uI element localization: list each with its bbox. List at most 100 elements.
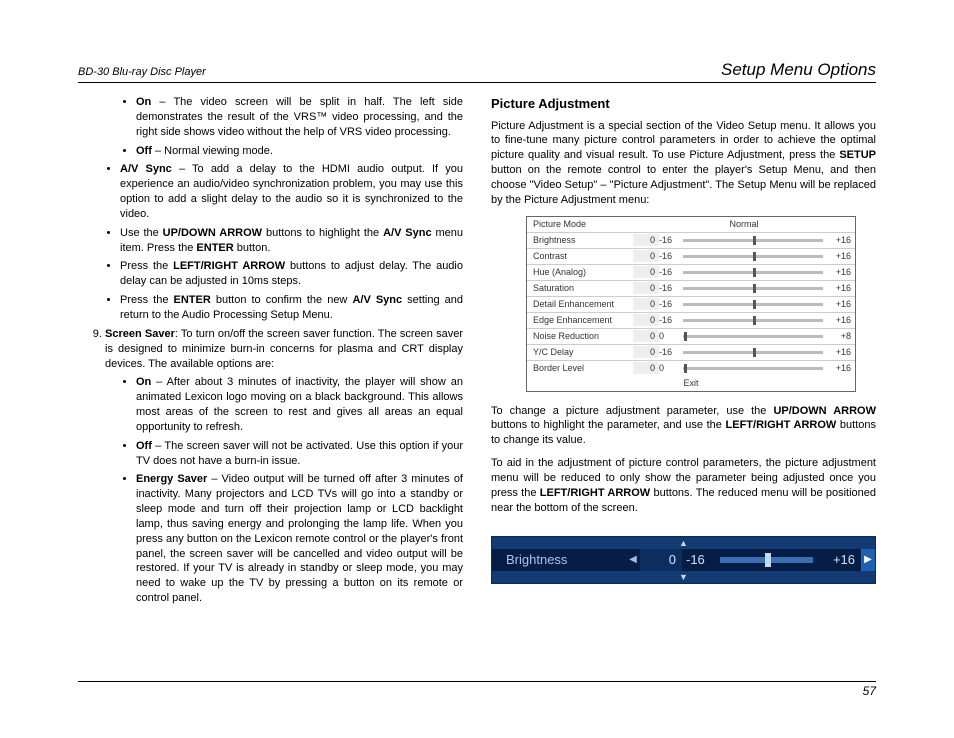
param-value: 0 <box>633 314 659 326</box>
param-slider <box>683 239 823 242</box>
param-min: -16 <box>659 346 683 358</box>
param-value: 0 <box>633 346 659 358</box>
list-item: A/V Sync – To add a delay to the HDMI au… <box>120 162 463 221</box>
list-item: Press the ENTER button to confirm the ne… <box>120 293 463 323</box>
param-min: -16 <box>659 234 683 246</box>
slider-thumb <box>753 284 756 293</box>
text-bold: SETUP <box>839 149 876 161</box>
bullet-list: On – After about 3 minutes of inactivity… <box>78 375 463 606</box>
param-min: -16 <box>659 282 683 294</box>
table-row: Y/C Delay0-16+16 <box>527 345 855 361</box>
slider-thumb <box>753 268 756 277</box>
slider-thumb <box>684 332 687 341</box>
param-label: Noise Reduction <box>527 330 633 342</box>
text: Use the <box>120 227 163 239</box>
table-row: Saturation0-16 +16 <box>527 281 855 297</box>
text: Press the <box>120 260 173 272</box>
param-max: +16 <box>823 250 855 262</box>
page-header: BD-30 Blu-ray Disc Player Setup Menu Opt… <box>78 60 876 83</box>
option-off: Off <box>136 440 152 452</box>
text-bold: LEFT/RIGHT ARROW <box>726 419 837 431</box>
param-label: Y/C Delay <box>527 346 633 358</box>
param-slider <box>683 319 823 322</box>
picture-adjustment-table: Picture Mode Normal Brightness0-16+16Con… <box>526 216 856 392</box>
text: – To add a delay to the HDMI audio outpu… <box>120 163 463 220</box>
text: buttons to highlight the <box>262 227 383 239</box>
text: Press the <box>120 294 174 306</box>
text: button to confirm the new <box>211 294 353 306</box>
bullet-list: On – The video screen will be split in h… <box>78 95 463 158</box>
option-on: On <box>136 96 151 108</box>
param-min: 0 <box>659 330 683 342</box>
left-column: On – The video screen will be split in h… <box>78 95 463 610</box>
arrow-left-icon: ◀ <box>626 553 640 567</box>
param-max: +16 <box>823 282 855 294</box>
param-slider <box>683 351 823 354</box>
text: button. <box>234 242 271 254</box>
option-av-sync: A/V Sync <box>120 163 172 175</box>
reduced-row: Brightness ◀ 0 -16 +16 ▶ <box>492 549 875 571</box>
list-item: Off – Normal viewing mode. <box>136 144 463 159</box>
table-row: Detail Enhancement0-16+16 <box>527 297 855 313</box>
right-column: Picture Adjustment Picture Adjustment is… <box>491 95 876 610</box>
param-slider <box>683 367 823 370</box>
paragraph: Picture Adjustment is a special section … <box>491 119 876 208</box>
reduced-min: -16 <box>682 551 716 569</box>
list-item: Use the UP/DOWN ARROW buttons to highlig… <box>120 226 463 256</box>
list-item: Off – The screen saver will not be activ… <box>136 439 463 469</box>
text: – Video output will be turned off after … <box>136 473 463 604</box>
text: – Normal viewing mode. <box>152 145 273 157</box>
text: – The screen saver will not be activated… <box>136 440 463 467</box>
param-slider <box>683 255 823 258</box>
list-item: Press the LEFT/RIGHT ARROW buttons to ad… <box>120 259 463 289</box>
option-off: Off <box>136 145 152 157</box>
text-bold: ENTER <box>174 294 211 306</box>
param-max: +16 <box>823 362 855 374</box>
param-min: -16 <box>659 250 683 262</box>
option-screen-saver: Screen Saver <box>105 328 175 340</box>
section-title: Setup Menu Options <box>721 60 876 80</box>
param-min: 0 <box>659 362 683 374</box>
param-value: 0 <box>633 282 659 294</box>
bullet-list: A/V Sync – To add a delay to the HDMI au… <box>78 162 463 322</box>
slider-thumb <box>753 300 756 309</box>
param-value: 0 <box>633 298 659 310</box>
text-bold: A/V Sync <box>383 227 432 239</box>
text-bold: UP/DOWN ARROW <box>163 227 262 239</box>
option-on: On <box>136 376 151 388</box>
slider-thumb <box>753 236 756 245</box>
text-bold: LEFT/RIGHT ARROW <box>173 260 285 272</box>
text: buttons to highlight the parameter, and … <box>491 419 726 431</box>
product-name: BD-30 Blu-ray Disc Player <box>78 66 206 78</box>
param-slider <box>683 287 823 290</box>
param-max: +16 <box>823 314 855 326</box>
page-footer: 57 <box>78 681 876 698</box>
reduced-max: +16 <box>817 551 861 569</box>
list-item: On – After about 3 minutes of inactivity… <box>136 375 463 434</box>
mode-label: Picture Mode <box>527 218 633 230</box>
mode-value: Normal <box>633 218 855 230</box>
paragraph: To aid in the adjustment of picture cont… <box>491 456 876 515</box>
param-slider <box>683 303 823 306</box>
param-label: Saturation <box>527 282 633 294</box>
paragraph: To change a picture adjustment parameter… <box>491 404 876 449</box>
table-row: Hue (Analog)0-16+16 <box>527 265 855 281</box>
list-item: On – The video screen will be split in h… <box>136 95 463 140</box>
table-row: Noise Reduction00+8 <box>527 329 855 345</box>
param-value: 0 <box>633 266 659 278</box>
param-label: Brightness <box>527 234 633 246</box>
table-row: Border Level00+16 <box>527 361 855 376</box>
text: To change a picture adjustment parameter… <box>491 405 773 417</box>
list-item: Energy Saver – Video output will be turn… <box>136 472 463 606</box>
text: button on the remote control to enter th… <box>491 164 876 206</box>
ordered-list: Screen Saver: To turn on/off the screen … <box>78 327 463 372</box>
arrow-up-icon: ▲ <box>492 537 875 549</box>
param-max: +8 <box>823 330 855 342</box>
table-row: Contrast0-16+16 <box>527 249 855 265</box>
reduced-value: 0 <box>640 549 682 571</box>
slider-thumb <box>753 252 756 261</box>
param-max: +16 <box>823 266 855 278</box>
arrow-right-icon: ▶ <box>861 549 875 571</box>
param-label: Contrast <box>527 250 633 262</box>
page-number: 57 <box>863 684 876 698</box>
